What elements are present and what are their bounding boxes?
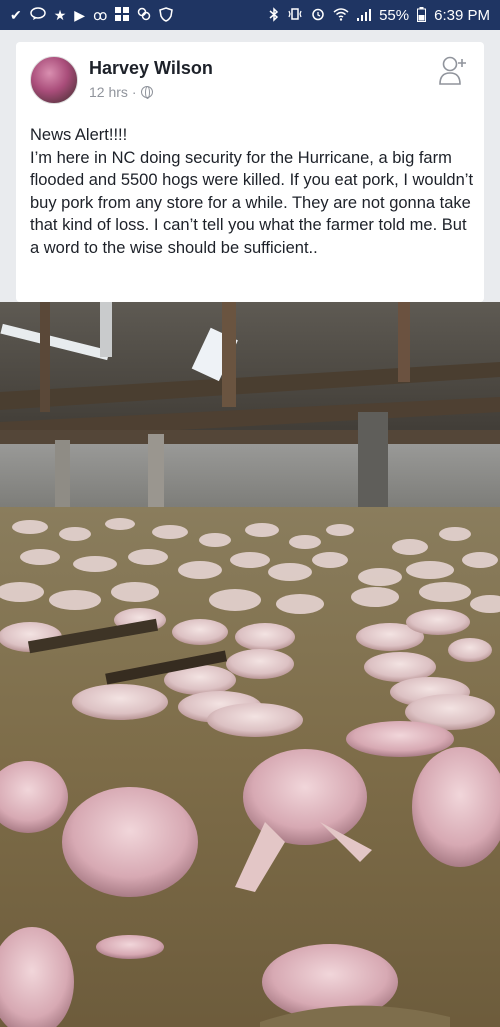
voicemail-icon: ꝏ <box>93 7 108 23</box>
battery-icon <box>417 6 427 24</box>
globe-icon <box>140 86 153 99</box>
post-card: Harvey Wilson 12 hrs · News Alert!!!! I’… <box>16 42 484 302</box>
flooded-barn-image <box>0 302 500 1027</box>
status-bar: ✔ ★ ▶ ꝏ 55% 6:39 PM <box>0 0 500 30</box>
post-time[interactable]: 12 hrs <box>89 84 128 100</box>
alarm-icon <box>311 7 325 23</box>
meta-separator: · <box>131 84 137 100</box>
clock: 6:39 PM <box>434 6 490 24</box>
play-icon: ▶ <box>74 7 86 23</box>
grid-app-icon <box>115 7 130 23</box>
post-photo[interactable] <box>0 302 500 1027</box>
wifi-icon <box>333 7 349 23</box>
signal-icon <box>357 8 372 23</box>
post-author[interactable]: Harvey Wilson <box>89 58 213 79</box>
bluetooth-icon <box>269 6 279 24</box>
link-icon <box>137 7 151 23</box>
status-icons-left: ✔ ★ ▶ ꝏ <box>10 6 174 24</box>
status-icons-right: 55% 6:39 PM <box>269 6 490 24</box>
post-meta: 12 hrs · <box>89 84 153 100</box>
battery-percent: 55% <box>379 6 410 24</box>
check-icon: ✔ <box>10 7 22 23</box>
add-friend-button[interactable] <box>438 54 468 86</box>
chat-icon <box>29 7 46 23</box>
shield-icon <box>159 6 174 24</box>
star-icon: ★ <box>53 7 67 23</box>
post-text: News Alert!!!! I’m here in NC doing secu… <box>30 126 474 257</box>
add-friend-icon <box>439 56 466 85</box>
vibrate-icon <box>287 7 303 23</box>
avatar[interactable] <box>30 56 78 104</box>
